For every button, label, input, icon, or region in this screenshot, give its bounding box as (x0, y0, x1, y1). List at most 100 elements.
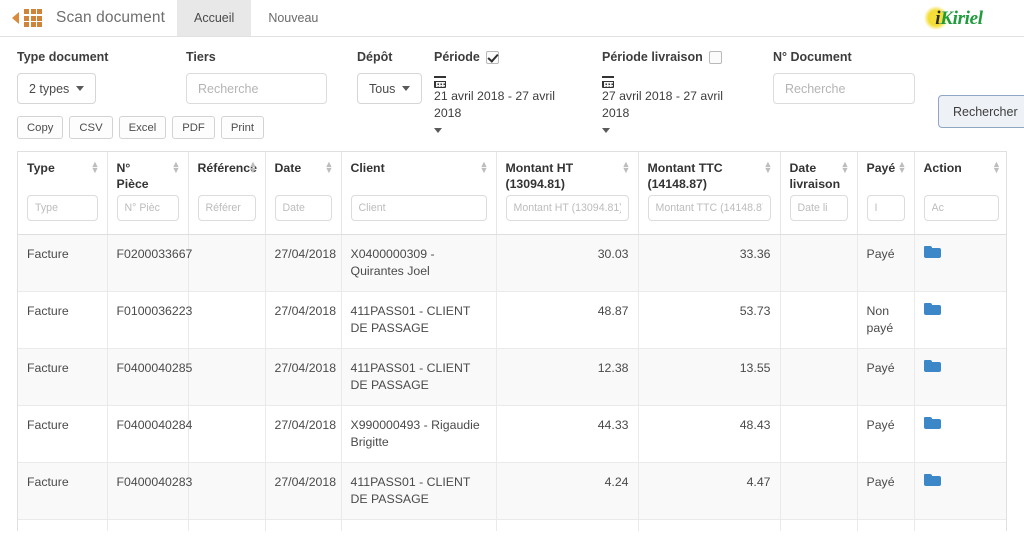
sort-icon[interactable]: ▲ ▼ (325, 160, 334, 175)
cell-client: 411PASS01 - CLIENT DE PASSAGE (341, 462, 497, 520)
chevron-down-icon (402, 86, 411, 91)
column-header-date[interactable]: ▲ ▼ Date (265, 152, 342, 235)
filter-input-date-livraison[interactable] (789, 195, 848, 221)
type-document-value: 2 types (29, 81, 70, 96)
cell-client: 411PASS01 - CLIENT DE PASSAGE (341, 291, 497, 349)
table-row[interactable]: Facture F0100036223 27/04/2018 411PASS01 - … (18, 291, 1006, 349)
grid-icon[interactable] (24, 9, 42, 27)
column-header-montant-ht[interactable]: ▲ ▼ Montant HT (13094.81) (496, 152, 639, 235)
cell-client: X0100000290 - Moulin Therese (341, 519, 497, 531)
table-row[interactable]: Facture F0400040283 27/04/2018 411PASS01 - … (18, 462, 1006, 520)
cell-montant-ttc: 13.55 (638, 348, 781, 406)
column-header-piece[interactable]: ▲ ▼ N° Pièce (107, 152, 189, 235)
search-button[interactable]: Rechercher (938, 95, 1024, 128)
cell-paye: Payé (857, 462, 915, 520)
tiers-input[interactable] (186, 73, 327, 104)
cell-montant-ht: 48.87 (496, 291, 639, 349)
column-header-type[interactable]: ▲ ▼ Type (18, 152, 108, 235)
cell-montant-ttc: 53.73 (638, 291, 781, 349)
filter-input-date[interactable] (274, 195, 332, 221)
cell-action[interactable] (914, 348, 1006, 406)
column-title: Montant HT (13094.81) (505, 161, 574, 191)
table-row[interactable]: Facture F0400040285 27/04/2018 411PASS01 - … (18, 348, 1006, 406)
app-menu-button[interactable] (0, 0, 52, 36)
chevron-left-icon[interactable] (12, 12, 19, 24)
cell-reference (188, 405, 266, 463)
filter-input-montant-ht[interactable] (505, 195, 629, 221)
cell-paye: Non payé (857, 291, 915, 349)
folder-icon[interactable] (923, 245, 941, 259)
tab-accueil[interactable]: Accueil (177, 0, 252, 36)
column-title: Référence (197, 161, 257, 175)
cell-piece: F0400040284 (107, 405, 192, 463)
folder-icon[interactable] (923, 359, 941, 373)
filter-input-reference[interactable] (197, 195, 256, 221)
filter-input-paye[interactable] (866, 195, 905, 221)
table-row[interactable]: Facture F0200033667 27/04/2018 X0400000309 … (18, 234, 1006, 292)
cell-action[interactable] (914, 234, 1006, 292)
folder-icon[interactable] (923, 302, 941, 316)
cell-montant-ht: 30.03 (496, 234, 639, 292)
sort-icon[interactable]: ▲ ▼ (898, 160, 907, 175)
folder-icon[interactable] (923, 473, 941, 487)
table-row[interactable]: Facture F0400040284 27/04/2018 X990000493 -… (18, 405, 1006, 463)
folder-icon[interactable] (923, 416, 941, 430)
sort-icon[interactable]: ▲ ▼ (480, 160, 489, 175)
folder-icon[interactable] (923, 530, 941, 531)
cell-montant-ttc: 17.72 (638, 519, 781, 531)
filter-periode-label: Période (434, 50, 566, 64)
cell-date-livraison (780, 348, 858, 406)
sort-icon[interactable]: ▲ ▼ (91, 160, 100, 175)
filter-depot-label: Dépôt (357, 50, 393, 64)
sort-icon[interactable]: ▲ ▼ (622, 160, 631, 175)
column-header-client[interactable]: ▲ ▼ Client (341, 152, 497, 235)
filter-input-montant-ttc[interactable] (647, 195, 771, 221)
column-header-montant-ttc[interactable]: ▲ ▼ Montant TTC (14148.87) (638, 152, 781, 235)
periode-livraison-daterange-picker[interactable]: 27 avril 2018 - 27 avril 2018 (602, 73, 734, 133)
filter-input-client[interactable] (350, 195, 487, 221)
filter-input-piece[interactable] (116, 195, 179, 221)
n-document-input[interactable] (773, 73, 915, 104)
cell-date: 27/04/2018 (265, 348, 342, 406)
cell-client: 411PASS01 - CLIENT DE PASSAGE (341, 348, 497, 406)
cell-montant-ttc: 4.47 (638, 462, 781, 520)
column-title: Montant TTC (14148.87) (647, 161, 723, 191)
filter-type-document-label: Type document (17, 50, 109, 64)
sort-icon[interactable]: ▲ ▼ (172, 160, 181, 175)
tab-nouveau[interactable]: Nouveau (251, 0, 335, 36)
periode-checkbox[interactable] (485, 50, 499, 64)
table-row[interactable]: FactureF0100036222 27/04/2018X0100000290 … (18, 519, 1006, 531)
cell-date: 27/04/2018 (265, 291, 342, 349)
column-title: Date livraison (789, 161, 841, 191)
filter-input-action[interactable] (923, 195, 999, 221)
search-button-wrap: Rechercher (938, 95, 1024, 128)
periode-label-text: Période (434, 50, 480, 64)
cell-piece: F0100036222 (107, 519, 189, 531)
periode-livraison-checkbox[interactable] (708, 50, 722, 64)
periode-livraison-label-text: Période livraison (602, 50, 703, 64)
cell-action[interactable] (914, 291, 1006, 349)
column-header-reference[interactable]: ▲ ▼ Référence (188, 152, 266, 235)
cell-type: Facture (18, 405, 108, 463)
cell-action[interactable] (914, 519, 1006, 531)
column-header-paye[interactable]: ▲ ▼ Payé (857, 152, 915, 235)
sort-icon[interactable]: ▲ ▼ (249, 160, 258, 175)
type-document-select[interactable]: 2 types (17, 73, 97, 104)
app-title: Scan document (56, 9, 166, 26)
filter-depot: Dépôt Tous (357, 50, 423, 104)
depot-select[interactable]: Tous (357, 73, 423, 104)
cell-type: Facture (18, 519, 108, 531)
column-header-action[interactable]: ▲ ▼ Action (914, 152, 1006, 235)
cell-action[interactable] (914, 405, 1006, 463)
cell-montant-ttc: 33.36 (638, 234, 781, 292)
periode-daterange-picker[interactable]: 21 avril 2018 - 27 avril 2018 (434, 73, 566, 133)
column-title: Type (27, 161, 55, 175)
sort-icon[interactable]: ▲ ▼ (992, 160, 1001, 175)
filter-input-type[interactable] (27, 195, 98, 221)
filter-n-document: N° Document (773, 50, 915, 104)
column-header-date-livraison[interactable]: ▲ ▼ Date livraison (780, 152, 858, 235)
cell-piece: F0200033667 (107, 234, 192, 292)
sort-icon[interactable]: ▲ ▼ (764, 160, 773, 175)
sort-icon[interactable]: ▲ ▼ (841, 160, 850, 175)
cell-action[interactable] (914, 462, 1006, 520)
